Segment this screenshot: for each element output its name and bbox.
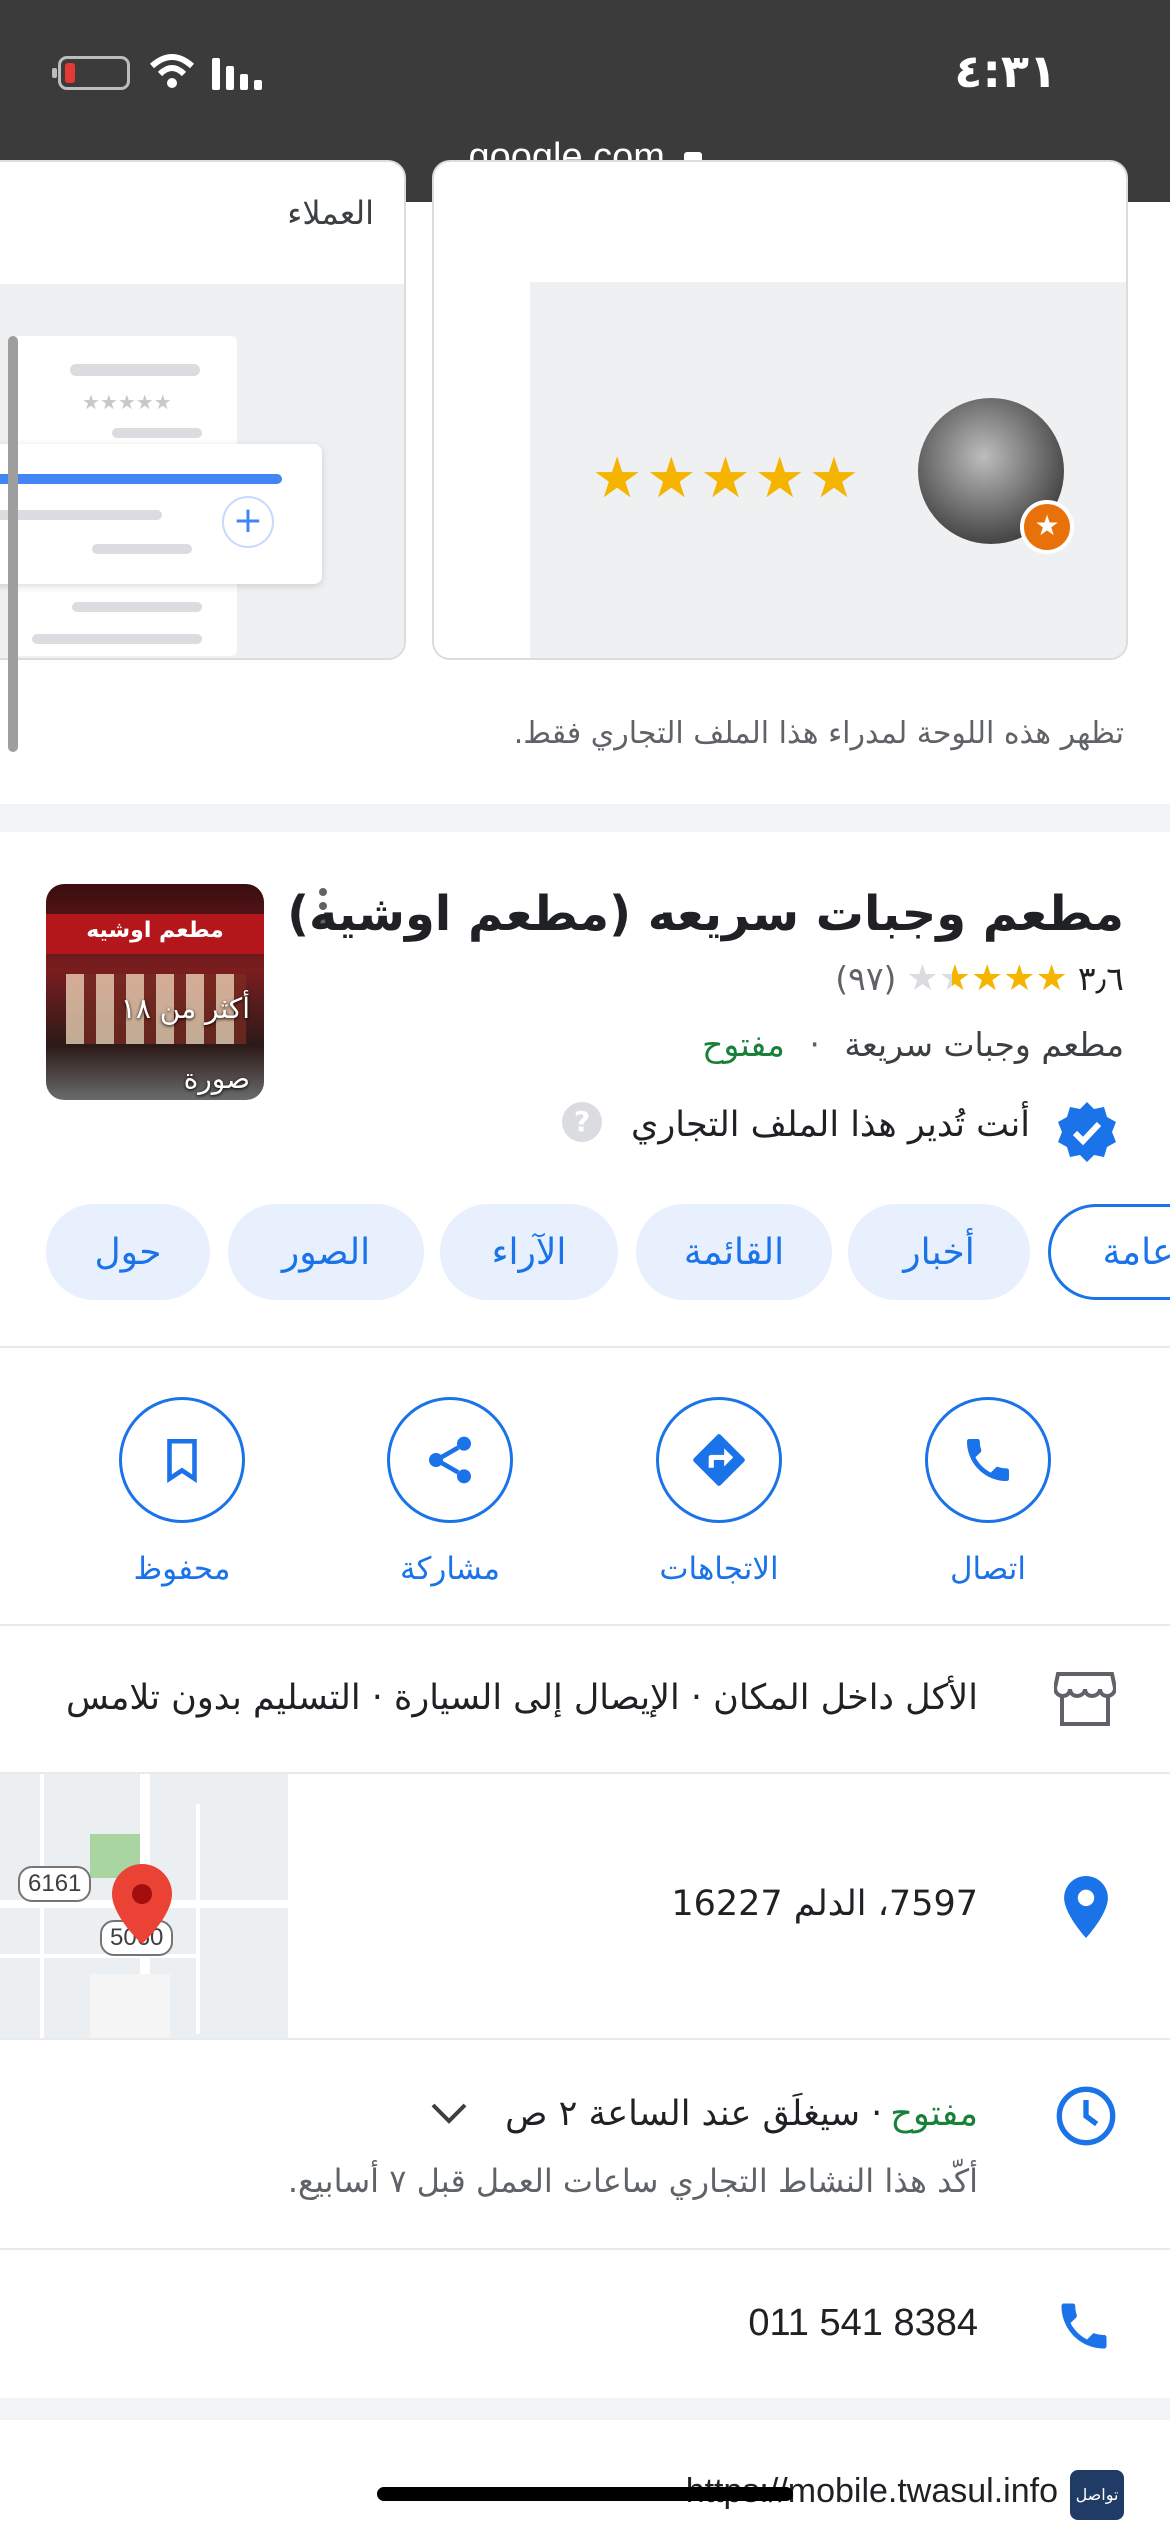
verified-badge-icon: [1058, 1102, 1116, 1162]
divider: [0, 1346, 1170, 1348]
chevron-down-icon[interactable]: [429, 2101, 469, 2127]
bookmark-icon: [167, 1438, 197, 1484]
business-category: مطعم وجبات سريعة: [844, 1025, 1124, 1064]
separator: ·: [809, 1025, 820, 1064]
rating-value: ٣٫٦: [1077, 959, 1124, 998]
share-icon: [429, 1436, 471, 1484]
five-stars-icon: ★★★★★: [592, 446, 864, 511]
map-pin-icon: [112, 1864, 172, 1944]
save-button[interactable]: محفوظ: [92, 1397, 272, 1587]
call-label: اتصال: [949, 1551, 1027, 1587]
location-pin-icon: [1064, 1876, 1108, 1938]
photos-count-label: أكثر من ١٨ صورة: [120, 992, 250, 1095]
directions-label: الاتجاهات: [659, 1551, 779, 1587]
road-label: 6161: [18, 1866, 92, 1902]
phone-icon: [967, 1439, 1009, 1481]
share-button[interactable]: مشاركة: [360, 1397, 540, 1587]
help-icon[interactable]: ?: [562, 1102, 602, 1142]
hours-note: أكّد هذا النشاط التجاري ساعات العمل قبل …: [287, 2162, 978, 2200]
card-illustration: ★★★★★ +: [0, 284, 404, 658]
photo-sign-text: مطعم اوشيه: [86, 918, 224, 943]
section-divider: [0, 804, 1170, 832]
call-button[interactable]: اتصال: [898, 1397, 1078, 1587]
tab-photos[interactable]: الصور: [228, 1204, 424, 1300]
phone-number[interactable]: 011 541 8384: [748, 2302, 978, 2345]
manage-profile-text: أنت تُدير هذا الملف التجاري: [631, 1105, 1030, 1145]
storefront-icon: [1054, 1672, 1116, 1726]
tab-reviews[interactable]: الآراء: [440, 1204, 618, 1300]
rating-row[interactable]: ٣٫٦ ★★★★★ (٩٧): [835, 958, 1124, 999]
open-status: مفتوح: [702, 1025, 785, 1064]
wifi-icon: [149, 54, 195, 88]
divider: [0, 2038, 1170, 2040]
business-name: مطعم وجبات سريعه (مطعم اوشيه): [287, 886, 1124, 942]
tab-updates[interactable]: أخبار: [848, 1204, 1030, 1300]
scrollbar[interactable]: [8, 336, 18, 752]
rating-stars-icon: ★★★★★: [906, 958, 1068, 999]
website-favicon: تواصل: [1070, 2470, 1124, 2520]
status-time: ٤:٣١: [954, 44, 1057, 98]
hours-close-time: · سيغلَق عند الساعة ٢ ص: [505, 2094, 883, 2134]
hours-row[interactable]: مفتوح · سيغلَق عند الساعة ٢ ص: [429, 2094, 978, 2134]
rating-illustration: ★★★★★ ★: [530, 282, 1126, 658]
divider: [0, 1624, 1170, 1626]
business-photo[interactable]: مطعم اوشيه أكثر من ١٨ صورة: [46, 884, 264, 1100]
category-row: مطعم وجبات سريعة · مفتوح: [702, 1025, 1124, 1064]
card-label: العملاء: [287, 194, 374, 232]
address[interactable]: 7597، الدلم 16227: [671, 1884, 978, 1924]
tab-menu[interactable]: القائمة: [636, 1204, 832, 1300]
signal-icon: [212, 58, 262, 90]
hours-open-status: مفتوح: [890, 2094, 978, 2134]
clock-icon: [1056, 2086, 1116, 2146]
map-thumbnail[interactable]: 6161 5060: [0, 1774, 288, 2038]
rating-card[interactable]: ★★★★★ ★: [432, 160, 1128, 660]
tab-overview[interactable]: عامة: [1048, 1204, 1170, 1300]
share-label: مشاركة: [399, 1551, 501, 1587]
customer-reviews-card[interactable]: العملاء ★★★★★ +: [0, 160, 406, 660]
panel-notice: تظهر هذه اللوحة لمدراء هذا الملف التجاري…: [513, 716, 1124, 751]
directions-icon: [693, 1434, 745, 1486]
local-guide-badge-icon: ★: [1020, 500, 1074, 554]
divider: [0, 2248, 1170, 2250]
section-divider: [0, 2398, 1170, 2420]
directions-button[interactable]: الاتجاهات: [629, 1397, 809, 1587]
tab-about[interactable]: حول: [46, 1204, 210, 1300]
save-label: محفوظ: [133, 1551, 231, 1587]
phone-icon: [1061, 2303, 1107, 2349]
reviews-count: (٩٧): [835, 959, 897, 998]
home-indicator: [377, 2487, 793, 2501]
service-options: الأكل داخل المكان · الإيصال إلى السيارة …: [66, 1678, 978, 1718]
battery-icon: [52, 56, 130, 90]
